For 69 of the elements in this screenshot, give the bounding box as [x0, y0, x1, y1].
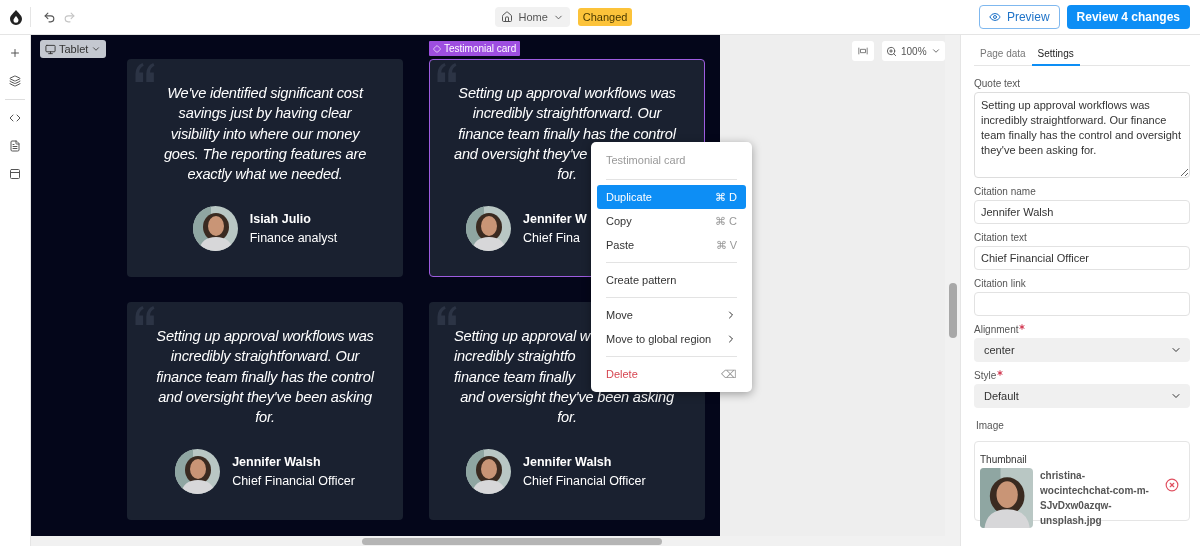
quote-line: and oversight they've been asking: [158, 387, 372, 407]
shortcut-label: ⌫: [721, 367, 737, 381]
testimonial-card[interactable]: We've identified significant cost savings just by having clear visibility into where our money goes. The reporting features are exactly what we needed. Isiah Julio Finance analyst: [127, 59, 403, 277]
quote-line: visibility into where our money: [170, 124, 360, 144]
quote-line: for.: [255, 408, 275, 428]
tablet-icon: [45, 43, 56, 55]
quote-line: and oversight they've: [453, 144, 588, 164]
author-name: Isiah Julio: [249, 212, 312, 226]
text-field[interactable]: [974, 292, 1190, 316]
zoom-selector[interactable]: 100%: [882, 41, 945, 61]
status-badge: Changed: [577, 8, 633, 26]
shortcut-label: ⌘ D: [715, 190, 737, 204]
field-label: Citation link: [974, 278, 1027, 289]
scrollbar-thumb[interactable]: [948, 283, 957, 338]
select-field[interactable]: Default: [974, 384, 1190, 408]
author-name: Jennifer Walsh: [232, 455, 322, 469]
menu-title: Testimonial card: [605, 153, 687, 168]
quote-line: goes. The reporting features are: [163, 144, 367, 164]
preview-button[interactable]: Preview: [978, 5, 1060, 29]
panel-tab[interactable]: Page data: [974, 45, 1032, 66]
field-label: Quote text: [974, 78, 1022, 89]
quote-line: exactly what we needed.: [187, 165, 343, 185]
quote-line: finance team finally has the control: [458, 124, 676, 144]
component-icon: [433, 44, 441, 53]
quote-line: for.: [557, 165, 577, 185]
author-name: Jennifer W: [523, 212, 587, 226]
quote-line: and oversight they've been asking: [460, 387, 674, 407]
text-field[interactable]: Chief Financial Officer: [974, 246, 1190, 270]
quote-line: We've identified significant cost: [167, 84, 363, 103]
fit-width-icon[interactable]: [852, 41, 874, 61]
thumbnail-label: Thumbnail: [980, 454, 1028, 465]
field-label: Citation name: [974, 186, 1037, 197]
quote-line: incredibly straightfo: [453, 347, 576, 367]
text-field[interactable]: Jennifer Walsh: [974, 200, 1190, 224]
quote-line: savings just by having clear: [178, 104, 352, 124]
quote-line: Setting up approval workflows was: [156, 327, 374, 346]
chevron-icon: [91, 44, 102, 54]
author-name: Jennifer Walsh: [523, 455, 613, 469]
field-label: Citation text: [974, 232, 1028, 243]
panel-tab[interactable]: Settings: [1031, 45, 1080, 66]
quote-line: Setting up approval w: [453, 327, 591, 346]
field-label: Alignment: [974, 324, 1190, 335]
device-selector[interactable]: Tablet: [40, 40, 107, 58]
author-role: Finance analyst: [249, 231, 338, 245]
remove-icon[interactable]: [1165, 478, 1179, 492]
quote-line: incredibly straightforward. Our: [170, 347, 360, 367]
zoom-icon: [886, 45, 897, 57]
quote-line: for.: [557, 408, 577, 428]
shortcut-label: ⌘ V: [715, 238, 737, 252]
quote-line: Setting up approval workflows was: [458, 84, 676, 103]
quote-text-field[interactable]: Setting up approval workflows was incredibly straightforward. Our finance team finally has the control and oversight they've been asking for.: [974, 92, 1190, 178]
author-role: Chief Fina: [523, 231, 581, 245]
field-label: Style: [974, 370, 1190, 381]
testimonial-card[interactable]: Setting up approval workflows was incredibly straightforward. Our finance team finally has the control and oversight they've been asking for. Jennifer Walsh Chief Financial Officer: [127, 302, 403, 520]
shortcut-label: ⌘ C: [715, 214, 737, 228]
author-role: Chief Financial Officer: [523, 474, 646, 488]
eye-icon: [988, 11, 1001, 23]
chevron-icon: [930, 46, 941, 56]
quote-line: finance team finally: [453, 367, 575, 387]
scrollbar-thumb[interactable]: [362, 537, 662, 545]
selection-label: Testimonial card: [429, 41, 521, 56]
select-field[interactable]: center: [974, 338, 1190, 362]
quote-line: finance team finally has the control: [156, 367, 374, 387]
file-name: christina-wocintechchat-com-m-SJvDxw0azqw-unsplash.jpg: [1040, 469, 1150, 528]
quote-line: incredibly straightforward. Our: [472, 104, 662, 124]
field-label: Image: [976, 420, 1005, 431]
author-role: Chief Financial Officer: [232, 474, 355, 488]
page-selector[interactable]: Home: [495, 7, 570, 27]
home-icon: [501, 11, 514, 23]
